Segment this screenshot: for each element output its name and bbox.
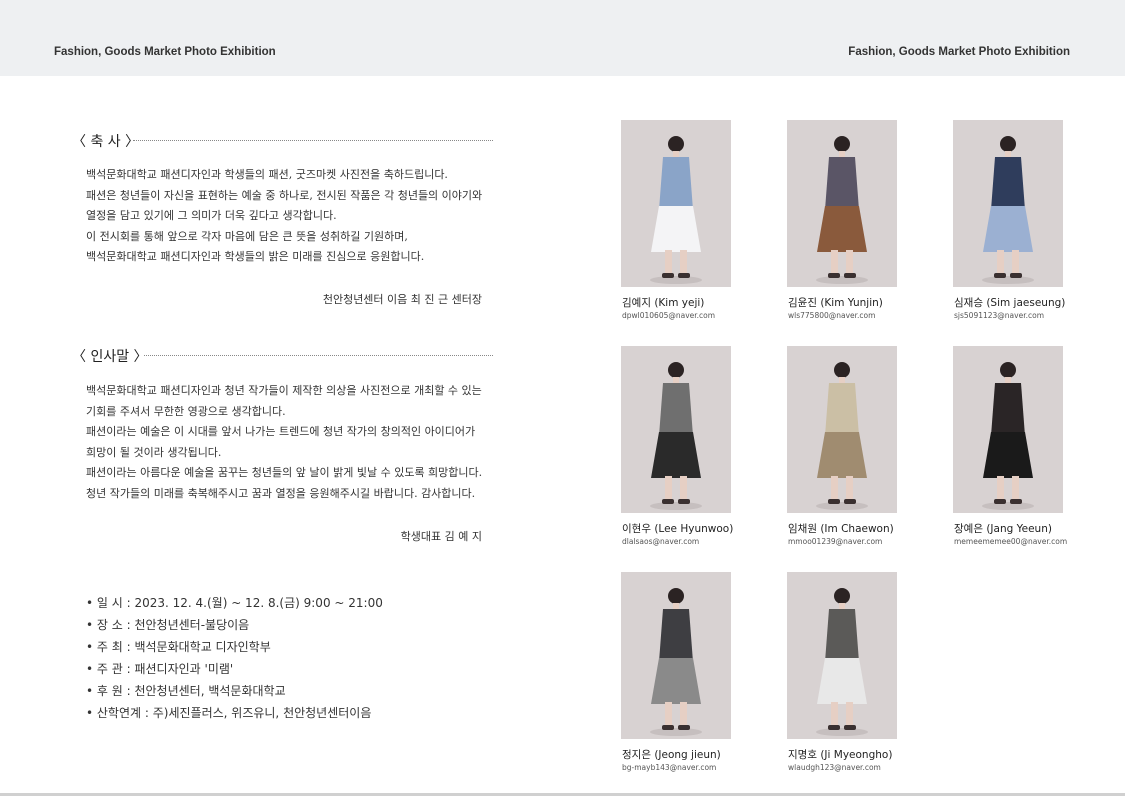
designer-name: 김예지 (Kim yeji): [622, 297, 705, 309]
designer-name: 임채원 (Im Chaewon): [788, 523, 894, 535]
model-photo: [621, 120, 731, 287]
greeting-line: 패션이라는 아름다운 예술을 꿈꾸는 청년들의 앞 날이 밝게 빛날 수 있도록…: [86, 466, 483, 479]
greeting-line: 기회를 주셔서 무한한 영광으로 생각합니다.: [86, 404, 286, 418]
designer-email: mmoo01239@naver.com: [788, 537, 883, 546]
model-photo: [953, 120, 1063, 287]
designer-email: memeememee00@naver.com: [954, 537, 1068, 546]
model-photo: [787, 346, 897, 513]
congrats-line: 백석문화대학교 패션디자인과 학생들의 밝은 미래를 진심으로 응원합니다.: [86, 250, 425, 263]
designer-name: 심재승 (Sim jaeseung): [954, 297, 1066, 309]
model-photo: [621, 346, 731, 513]
page-header: Fashion, Goods Market Photo Exhibition F…: [0, 0, 1125, 76]
greeting-line: 희망이 될 것이라 생각됩니다.: [86, 445, 222, 459]
congrats-signature: 천안청년센터 이음 최 진 근 센터장: [322, 293, 482, 306]
event-info-organizer: • 주 관 : 패션디자인과 '미램': [86, 662, 234, 676]
greeting-divider: [144, 355, 493, 356]
congrats-line: 이 전시회를 통해 앞으로 각자 마음에 담은 큰 뜻을 성취하길 기원하며,: [86, 229, 408, 243]
congrats-line: 패션은 청년들이 자신을 표현하는 예술 중 하나로, 전시된 작품은 각 청년…: [86, 188, 483, 202]
congrats-body: 백석문화대학교 패션디자인과 학생들의 패션, 굿즈마켓 사진전을 축하드립니다…: [86, 165, 482, 268]
designer-name: 정지은 (Jeong jieun): [622, 749, 721, 761]
model-photo: [787, 572, 897, 739]
header-title-right: Fashion, Goods Market Photo Exhibition: [848, 46, 1070, 58]
congrats-line: 열정을 담고 있기에 그 의미가 더욱 깊다고 생각합니다.: [86, 209, 337, 222]
event-info-list: • 일 시 : 2023. 12. 4.(월) ~ 12. 8.(금) 9:00…: [86, 592, 383, 724]
designer-name: 지명호 (Ji Myeongho): [788, 749, 893, 761]
greeting-title: 〈 인사말 〉: [72, 349, 148, 365]
event-info-host: • 주 최 : 백석문화대학교 디자인학부: [86, 640, 271, 654]
designer-name: 김윤진 (Kim Yunjin): [788, 297, 883, 309]
designer-name: 장예은 (Jang Yeeun): [954, 523, 1052, 535]
greeting-line: 패션이라는 예술은 이 시대를 앞서 나가는 트렌드에 청년 작가의 창의적인 …: [86, 425, 476, 438]
model-photo: [787, 120, 897, 287]
designer-email: wlaudgh123@naver.com: [788, 763, 881, 772]
designer-email: bg-mayb143@naver.com: [622, 763, 717, 772]
model-photo: [953, 346, 1063, 513]
greeting-signature: 학생대표 김 예 지: [400, 530, 482, 543]
designer-name: 이현우 (Lee Hyunwoo): [622, 523, 734, 535]
event-info-venue: • 장 소 : 천안청년센터-불당이음: [86, 618, 250, 632]
header-title-left: Fashion, Goods Market Photo Exhibition: [54, 46, 276, 58]
designer-email: wls775800@naver.com: [788, 311, 876, 320]
event-info-partners: • 산학연계 : 주)세진플러스, 위즈유니, 천안청년센터이음: [86, 706, 372, 720]
congrats-title: 〈 축 사 〉: [72, 134, 140, 150]
model-photo: [621, 572, 731, 739]
event-info-sponsor: • 후 원 : 천안청년센터, 백석문화대학교: [86, 684, 286, 698]
event-info-date: • 일 시 : 2023. 12. 4.(월) ~ 12. 8.(금) 9:00…: [86, 596, 383, 610]
greeting-line: 백석문화대학교 패션디자인과 청년 작가들이 제작한 의상을 사진전으로 개최할…: [86, 384, 482, 397]
designer-email: dlalsaos@naver.com: [622, 537, 700, 546]
congrats-divider: [133, 140, 493, 141]
greeting-body: 백석문화대학교 패션디자인과 청년 작가들이 제작한 의상을 사진전으로 개최할…: [86, 381, 482, 504]
congrats-line: 백석문화대학교 패션디자인과 학생들의 패션, 굿즈마켓 사진전을 축하드립니다…: [86, 168, 448, 181]
greeting-line: 청년 작가들의 미래를 축복해주시고 꿈과 열정을 응원해주시길 바랍니다. 감…: [86, 486, 476, 500]
designer-email: sjs5091123@naver.com: [954, 311, 1044, 320]
designer-email: dpwl010605@naver.com: [622, 311, 716, 320]
